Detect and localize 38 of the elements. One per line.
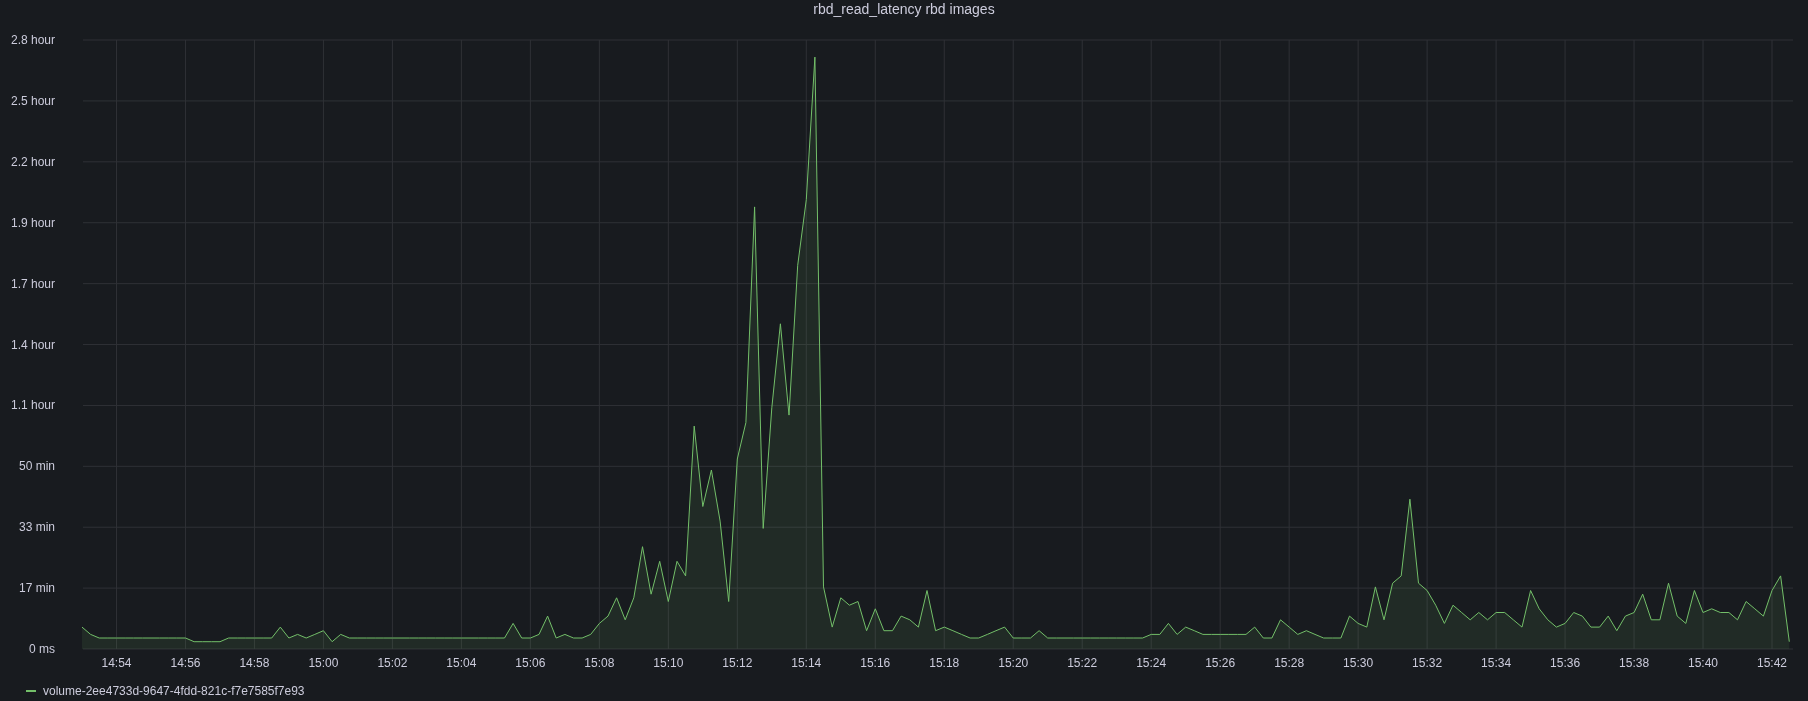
axis-label: 1.7 hour <box>10 276 55 291</box>
axis-label: 33 min <box>18 520 55 535</box>
axis-label: 15:08 <box>584 656 615 670</box>
axis-label: 15:18 <box>929 656 960 670</box>
axis-label: 15:42 <box>1757 656 1788 670</box>
axis-label: 15:04 <box>446 656 477 670</box>
axis-label: 15:14 <box>791 656 822 670</box>
axis-label: 1.1 hour <box>10 398 55 413</box>
axis-label: 2.5 hour <box>10 93 55 108</box>
axis-label: 14:58 <box>239 656 270 670</box>
axis-label: 15:20 <box>998 656 1029 670</box>
axis-label: 0 ms <box>29 642 55 656</box>
axis-label: 15:40 <box>1688 656 1719 670</box>
axis-label: 15:10 <box>653 656 684 670</box>
axis-label: 15:28 <box>1274 656 1305 670</box>
axis-label: 15:26 <box>1205 656 1236 670</box>
axis-label: 17 min <box>18 581 55 596</box>
axis-label: 15:36 <box>1550 656 1581 670</box>
axis-label: 2.8 hour <box>10 33 55 47</box>
axis-label: 50 min <box>18 459 55 474</box>
chart-title: rbd_read_latency rbd images <box>813 1 995 18</box>
axis-label: 15:06 <box>515 656 546 670</box>
axis-label: 14:54 <box>101 656 132 670</box>
legend-label[interactable]: volume-2ee4733d-9647-4fdd-821c-f7e7585f7e93 <box>43 681 305 700</box>
axis-label: 15:32 <box>1412 656 1443 670</box>
axis-label: 14:56 <box>170 656 201 670</box>
axis-label: 1.4 hour <box>10 337 55 352</box>
axis-label: 15:38 <box>1619 656 1650 670</box>
axis-label: 15:24 <box>1136 656 1167 670</box>
axis-label: 15:30 <box>1343 656 1374 670</box>
axis-label: 15:02 <box>377 656 408 670</box>
axis-label: 15:22 <box>1067 656 1098 670</box>
axis-label: 15:00 <box>308 656 339 670</box>
axis-label: 15:12 <box>722 656 753 670</box>
axis-label: 2.2 hour <box>10 154 55 169</box>
axis-label: 15:34 <box>1481 656 1512 670</box>
axis-label: 15:16 <box>860 656 891 670</box>
axis-label: 1.9 hour <box>10 215 55 230</box>
